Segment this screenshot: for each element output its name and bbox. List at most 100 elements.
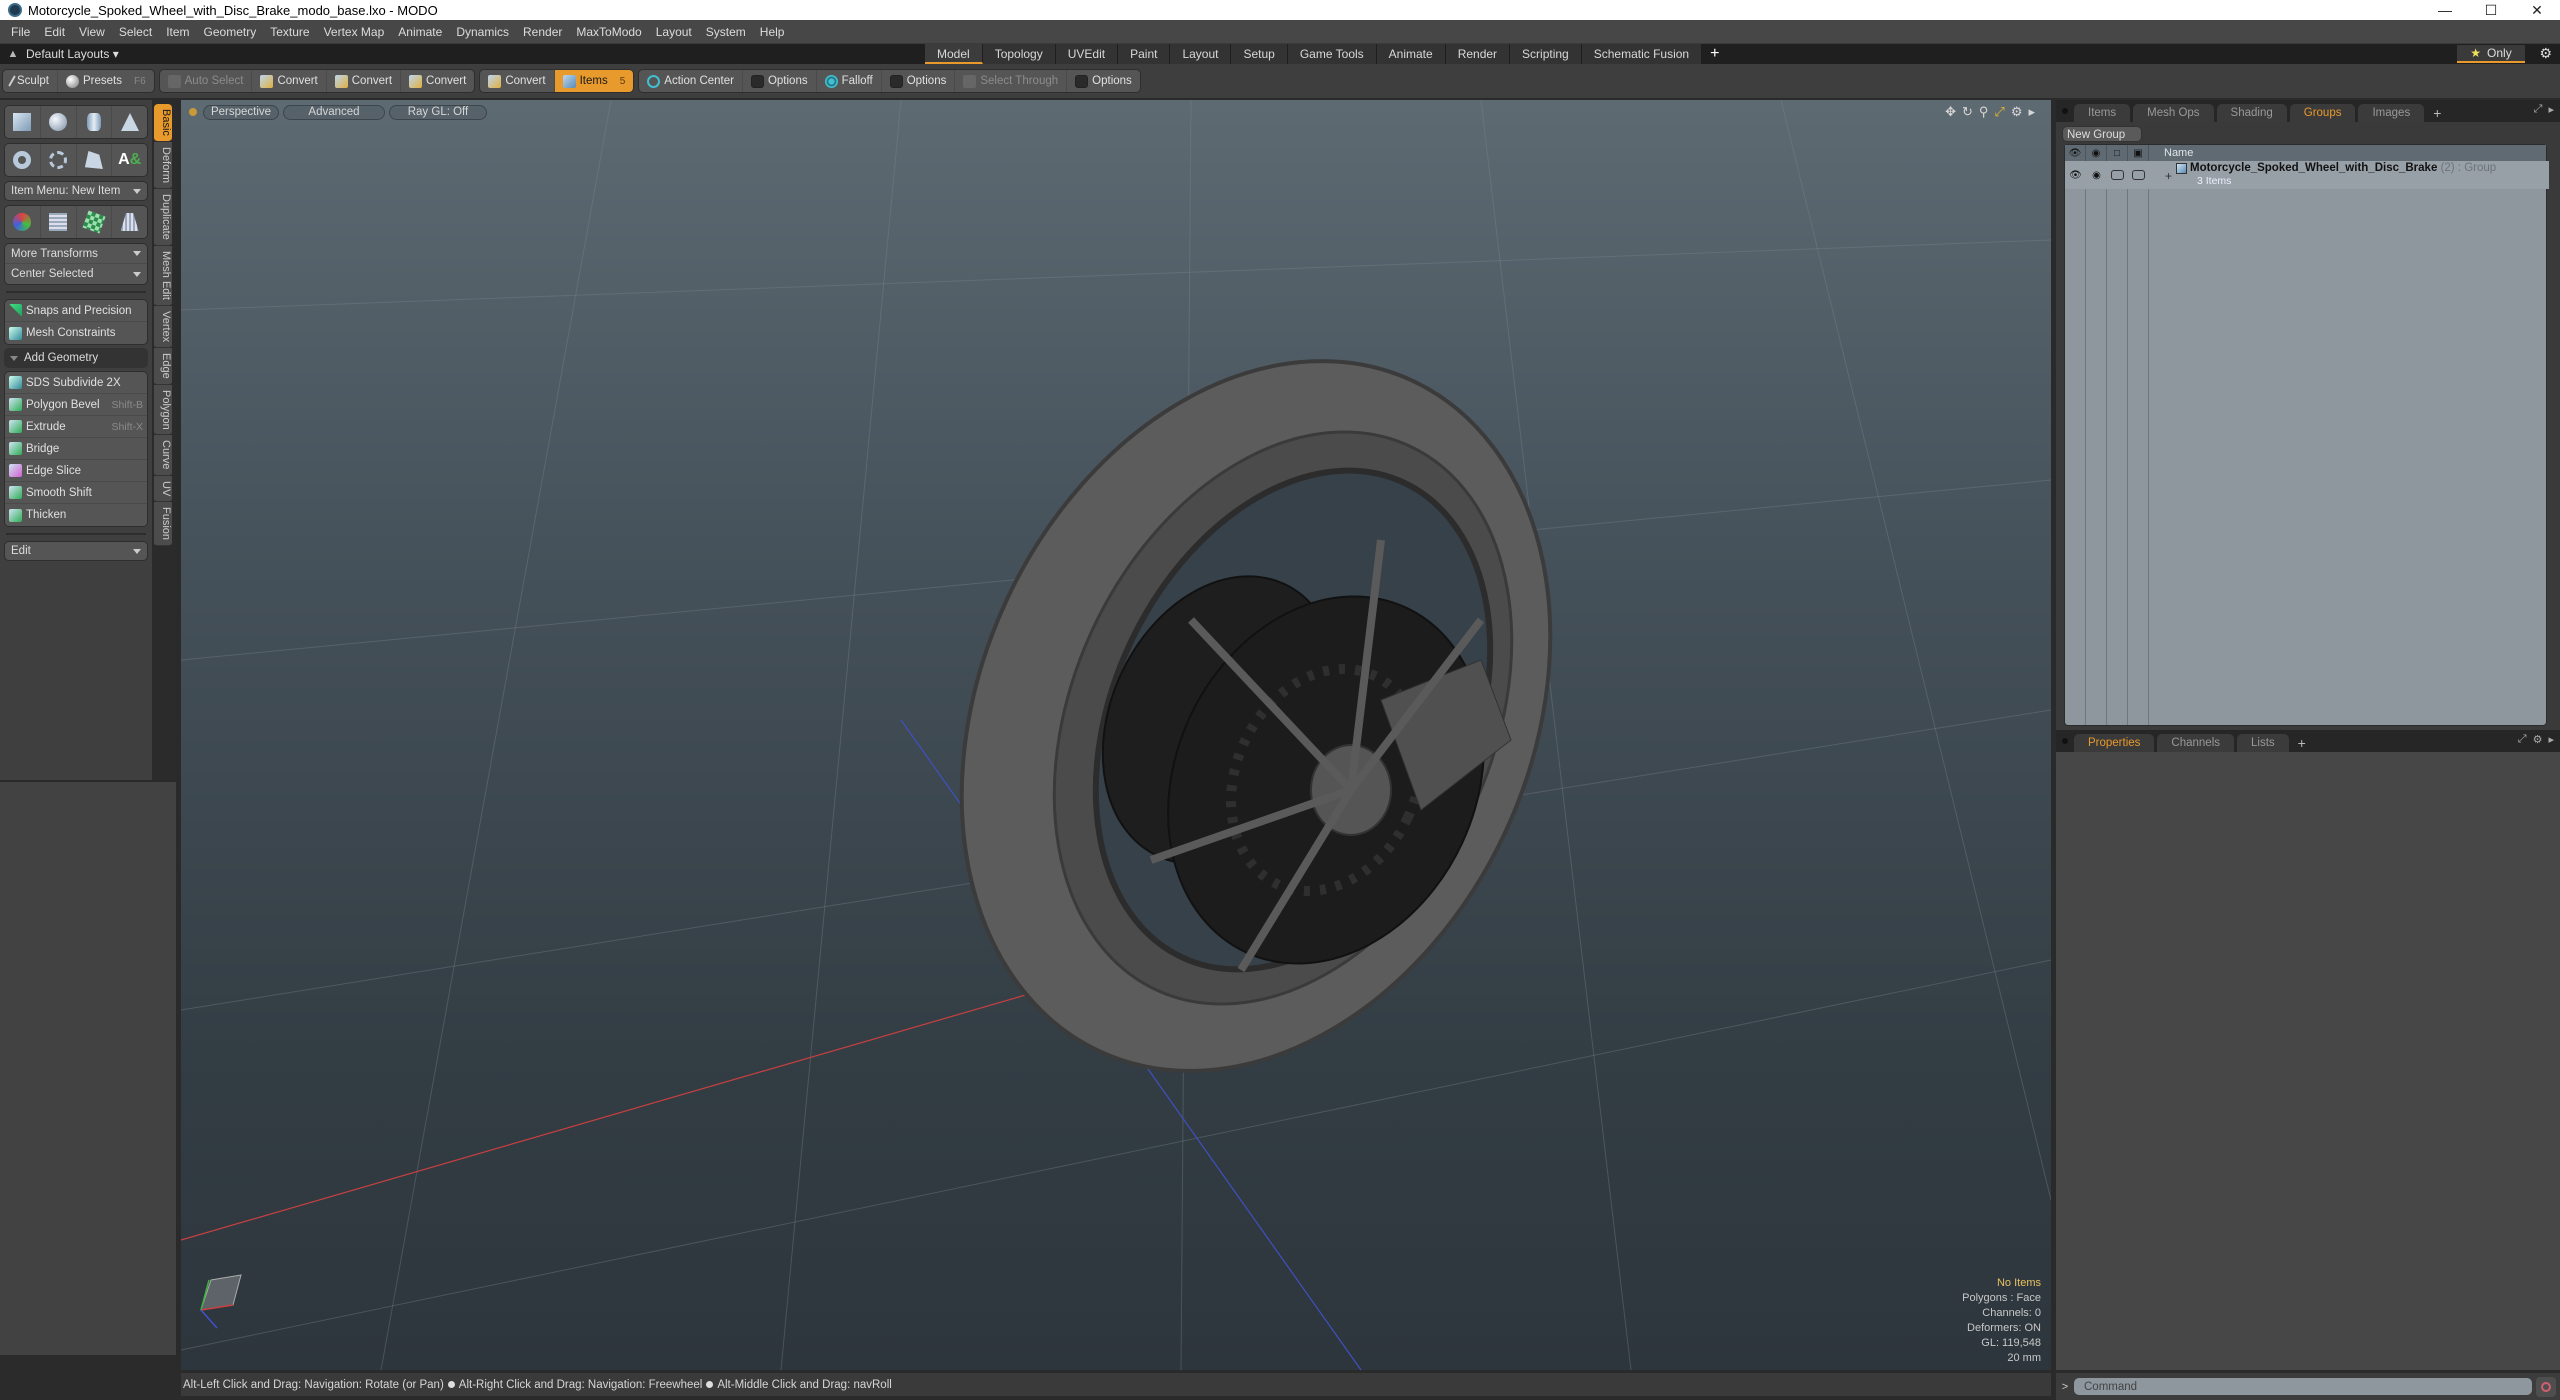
tab-render[interactable]: Render	[1445, 44, 1511, 64]
select-through-options-button[interactable]: Options	[1067, 70, 1140, 92]
falloff-options-button[interactable]: Options	[882, 70, 956, 92]
tab-mesh-ops[interactable]: Mesh Ops	[2133, 104, 2214, 122]
add-tab-button[interactable]: +	[1702, 44, 1727, 64]
layout-up-arrow-icon[interactable]: ▲	[0, 48, 26, 60]
action-center-options-button[interactable]: Options	[743, 70, 817, 92]
menu-system[interactable]: System	[699, 25, 753, 39]
menu-geometry[interactable]: Geometry	[197, 25, 264, 39]
convert-materials-button[interactable]: Convert	[480, 70, 555, 92]
falloff-button[interactable]: Falloff	[817, 70, 882, 92]
text-tool-button[interactable]: A&	[112, 144, 147, 176]
menu-maxtomodo[interactable]: MaxToModo	[569, 25, 648, 39]
vtab-uv[interactable]: UV	[154, 475, 172, 503]
tab-uvedit[interactable]: UVEdit	[1055, 44, 1119, 64]
lock-toggle[interactable]	[2107, 168, 2128, 182]
tab-channels[interactable]: Channels	[2157, 734, 2235, 752]
visibility-column-eye-icon[interactable]: 👁	[2065, 145, 2086, 161]
render-column-camera-icon[interactable]: ◉	[2086, 145, 2107, 161]
items-mode-button[interactable]: Items 5	[554, 70, 634, 92]
vtab-deform[interactable]: Deform	[154, 141, 172, 189]
viewport-options-dot[interactable]	[189, 108, 197, 116]
cube-tool-button[interactable]	[5, 106, 41, 138]
select-through-button[interactable]: Select Through	[955, 70, 1068, 92]
tab-lists[interactable]: Lists	[2237, 734, 2289, 752]
tab-setup[interactable]: Setup	[1231, 44, 1288, 64]
sphere-tool-button[interactable]	[41, 106, 77, 138]
maximize-button[interactable]: ☐	[2468, 0, 2514, 20]
minimize-button[interactable]: —	[2422, 0, 2468, 20]
menu-animate[interactable]: Animate	[391, 25, 449, 39]
edge-slice-button[interactable]: Edge Slice	[5, 460, 147, 482]
taper-tool-button[interactable]	[112, 206, 147, 238]
command-history-button[interactable]	[2536, 1376, 2556, 1397]
vtab-polygon[interactable]: Polygon	[154, 384, 172, 436]
menu-select[interactable]: Select	[112, 25, 159, 39]
tab-animate[interactable]: Animate	[1376, 44, 1446, 64]
spiral-tool-button[interactable]	[41, 144, 77, 176]
motorcycle-wheel-model[interactable]	[850, 264, 1661, 1167]
3d-viewport[interactable]: Perspective Advanced Ray GL: Off ✥ ↻ ⚲ ⤢…	[181, 100, 2051, 1370]
tab-paint[interactable]: Paint	[1118, 44, 1171, 64]
expand-plus-icon[interactable]: +	[2165, 169, 2172, 183]
default-layouts-dropdown[interactable]: Default Layouts ▾	[26, 47, 119, 61]
transform-tool-button[interactable]	[5, 206, 41, 238]
tab-layout[interactable]: Layout	[1170, 44, 1232, 64]
add-tab-button[interactable]: +	[2427, 104, 2447, 122]
panel-gear-icon[interactable]: ⚙	[2533, 733, 2543, 746]
tab-properties[interactable]: Properties	[2074, 734, 2155, 752]
new-group-button[interactable]: New Group	[2062, 126, 2142, 142]
vtab-mesh-edit[interactable]: Mesh Edit	[154, 245, 172, 306]
viewport-menu-arrow-icon[interactable]: ▸	[2028, 104, 2035, 120]
sculpt-button[interactable]: Sculpt	[3, 70, 58, 92]
render-camera-icon[interactable]: ◉	[2086, 168, 2107, 182]
presets-button[interactable]: Presets F6	[58, 70, 154, 92]
vtab-curve[interactable]: Curve	[154, 435, 172, 476]
cylinder-tool-button[interactable]	[77, 106, 113, 138]
menu-vertex-map[interactable]: Vertex Map	[317, 25, 392, 39]
panel-menu-arrow-icon[interactable]: ▸	[2548, 103, 2554, 116]
panel-options-dot[interactable]	[2062, 108, 2068, 114]
menu-file[interactable]: File	[4, 25, 37, 39]
tab-scripting[interactable]: Scripting	[1510, 44, 1582, 64]
rotate-icon[interactable]: ↻	[1962, 104, 1973, 120]
select-column-cube-icon[interactable]: ▣	[2128, 145, 2149, 161]
snaps-and-precision-button[interactable]: Snaps and Precision	[5, 300, 147, 322]
menu-help[interactable]: Help	[753, 25, 792, 39]
polygon-bevel-button[interactable]: Polygon Bevel Shift-B	[5, 394, 147, 416]
name-column-header[interactable]: Name	[2149, 147, 2193, 159]
action-center-button[interactable]: Action Center	[639, 70, 743, 92]
vtab-vertex[interactable]: Vertex	[154, 305, 172, 348]
tab-schematic-fusion[interactable]: Schematic Fusion	[1581, 44, 1703, 64]
thicken-button[interactable]: Thicken	[5, 504, 147, 526]
menu-render[interactable]: Render	[516, 25, 569, 39]
menu-edit[interactable]: Edit	[37, 25, 72, 39]
tab-groups[interactable]: Groups	[2289, 104, 2356, 122]
shading-mode-button[interactable]: Advanced	[283, 104, 385, 120]
pan-icon[interactable]: ✥	[1945, 104, 1956, 120]
tab-topology[interactable]: Topology	[982, 44, 1056, 64]
vtab-basic[interactable]: Basic	[154, 104, 172, 142]
panel-options-dot[interactable]	[2062, 738, 2068, 744]
convert-polygons-button[interactable]: Convert	[401, 70, 474, 92]
zoom-icon[interactable]: ⚲	[1979, 104, 1989, 120]
menu-dynamics[interactable]: Dynamics	[449, 25, 516, 39]
select-toggle[interactable]	[2128, 168, 2149, 182]
expand-panel-icon[interactable]: ⤢	[2518, 733, 2527, 746]
only-toggle-button[interactable]: ★ Only	[2457, 45, 2525, 63]
item-menu-dropdown[interactable]: Item Menu: New Item	[4, 181, 148, 201]
panel-splitter[interactable]	[176, 100, 180, 1355]
smooth-shift-button[interactable]: Smooth Shift	[5, 482, 147, 504]
gear-icon[interactable]: ⚙	[2539, 45, 2552, 62]
convert-edges-button[interactable]: Convert	[327, 70, 402, 92]
tab-images[interactable]: Images	[2358, 104, 2425, 122]
bridge-button[interactable]: Bridge	[5, 438, 147, 460]
menu-texture[interactable]: Texture	[263, 25, 316, 39]
add-tab-button[interactable]: +	[2292, 734, 2312, 752]
auto-select-button[interactable]: Auto Select	[160, 70, 253, 92]
menu-item[interactable]: Item	[159, 25, 196, 39]
group-row[interactable]: 👁 ◉ + Motorcycle_Spoked_Wheel_with_Disc_…	[2065, 161, 2549, 189]
extrude-button[interactable]: Extrude Shift-X	[5, 416, 147, 438]
edit-dropdown[interactable]: Edit	[4, 541, 148, 561]
tab-shading[interactable]: Shading	[2216, 104, 2287, 122]
menu-view[interactable]: View	[72, 25, 112, 39]
